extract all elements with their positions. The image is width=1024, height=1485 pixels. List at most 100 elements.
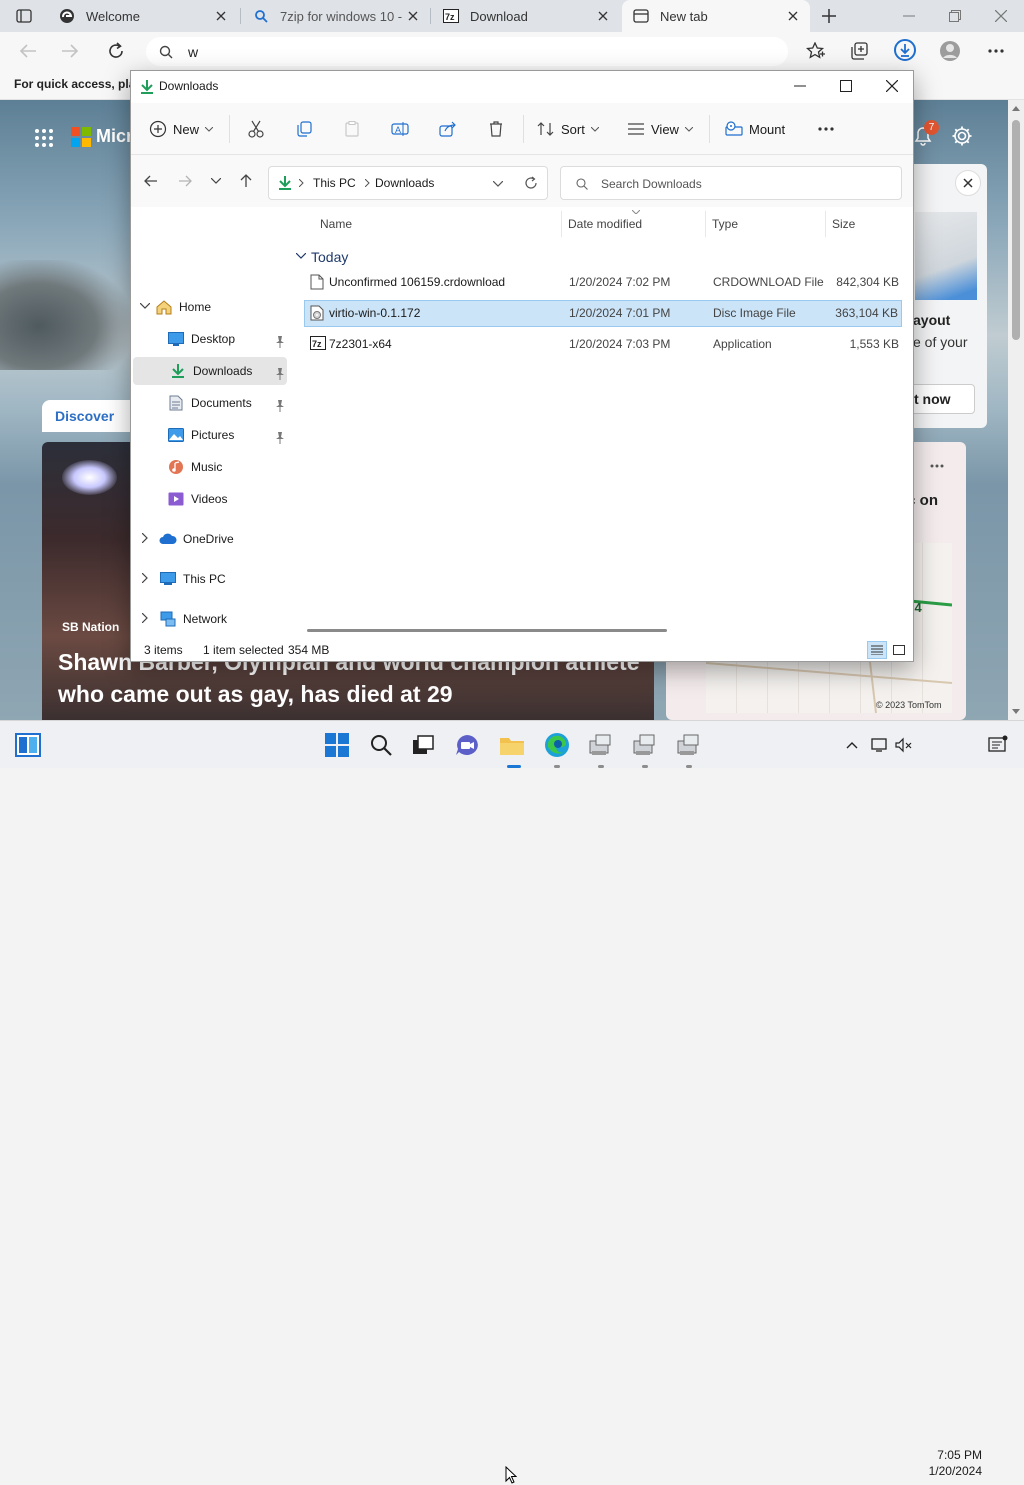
- column-header-type[interactable]: Type: [712, 217, 738, 231]
- sort-button[interactable]: Sort: [537, 115, 599, 143]
- more-options-button[interactable]: [815, 115, 837, 143]
- column-header-size[interactable]: Size: [832, 217, 855, 231]
- more-menu-icon[interactable]: [984, 39, 1008, 63]
- browser-close-button[interactable]: [978, 0, 1024, 32]
- forward-arrow-icon[interactable]: [58, 39, 82, 63]
- up-arrow-icon[interactable]: [236, 171, 256, 191]
- app-launcher-icon[interactable]: [33, 127, 55, 149]
- mount-button[interactable]: Mount: [725, 115, 785, 143]
- recent-locations-chevron-icon[interactable]: [207, 171, 225, 191]
- tab-actions-icon[interactable]: [14, 7, 34, 25]
- browser-restore-button[interactable]: [932, 0, 978, 32]
- group-header-today[interactable]: Today: [311, 249, 348, 265]
- column-header-name[interactable]: Name: [320, 217, 352, 231]
- sidebar-item-onedrive[interactable]: OneDrive: [159, 525, 283, 553]
- sidebar-item-documents[interactable]: Documents: [167, 389, 285, 417]
- favorites-star-icon[interactable]: [804, 39, 828, 63]
- copy-button[interactable]: [293, 115, 315, 143]
- pin-icon[interactable]: [271, 429, 289, 447]
- close-icon[interactable]: [955, 170, 981, 196]
- more-options-icon[interactable]: [927, 460, 947, 472]
- edge-browser-icon[interactable]: [543, 731, 571, 759]
- tab-new-tab[interactable]: New tab: [622, 0, 810, 32]
- collections-icon[interactable]: [848, 39, 872, 63]
- expand-chevron-icon[interactable]: [139, 612, 151, 624]
- profile-avatar-icon[interactable]: [938, 39, 962, 63]
- chat-icon[interactable]: [453, 731, 481, 759]
- show-hidden-icons-chevron-icon[interactable]: [838, 731, 866, 759]
- downloads-icon[interactable]: [892, 37, 918, 63]
- app-window-icon[interactable]: [675, 731, 703, 759]
- explorer-close-button[interactable]: [869, 71, 915, 101]
- sidebar-item-pictures[interactable]: Pictures: [167, 421, 285, 449]
- details-view-button[interactable]: [867, 641, 887, 659]
- refresh-icon[interactable]: [104, 39, 128, 63]
- gear-icon[interactable]: [951, 125, 973, 147]
- view-button[interactable]: View: [627, 115, 693, 143]
- refresh-icon[interactable]: [523, 175, 539, 191]
- start-windows-icon[interactable]: [323, 731, 351, 759]
- pin-icon[interactable]: [271, 365, 289, 383]
- tiles-view-button[interactable]: [889, 641, 909, 659]
- explorer-title-bar[interactable]: Downloads: [131, 71, 913, 103]
- close-icon[interactable]: [406, 9, 420, 23]
- share-button[interactable]: [437, 115, 459, 143]
- close-icon[interactable]: [214, 9, 228, 23]
- explorer-maximize-button[interactable]: [823, 71, 869, 101]
- horizontal-scrollbar[interactable]: [307, 629, 667, 632]
- sidebar-item-this-pc[interactable]: This PC: [159, 565, 283, 593]
- page-scrollbar-thumb[interactable]: [1012, 120, 1020, 340]
- system-clock[interactable]: 7:05 PM 1/20/2024: [916, 1447, 982, 1479]
- tab-7zip-search[interactable]: 7zip for windows 10 - S: [242, 0, 430, 32]
- browser-minimize-button[interactable]: [886, 0, 932, 32]
- new-tab-plus-icon[interactable]: [818, 6, 840, 26]
- forward-arrow-icon[interactable]: [175, 171, 195, 191]
- sidebar-item-network[interactable]: Network: [159, 605, 283, 633]
- address-history-chevron-icon[interactable]: [491, 177, 505, 191]
- file-row[interactable]: virtio-win-0.1.172 1/20/2024 7:01 PM Dis…: [304, 300, 902, 327]
- close-icon[interactable]: [786, 9, 800, 23]
- address-bar[interactable]: w: [146, 37, 788, 66]
- app-window-icon[interactable]: [631, 731, 659, 759]
- expand-chevron-icon[interactable]: [139, 300, 151, 312]
- explorer-address-bar[interactable]: This PC Downloads: [268, 166, 548, 200]
- pin-icon[interactable]: [271, 397, 289, 415]
- promo-button[interactable]: t now: [905, 384, 975, 414]
- notification-center-icon[interactable]: [984, 731, 1012, 759]
- app-window-icon[interactable]: [587, 731, 615, 759]
- paste-button[interactable]: [341, 115, 363, 143]
- tab-download[interactable]: 7z Download: [432, 0, 620, 32]
- sidebar-item-downloads[interactable]: Downloads: [133, 357, 287, 385]
- breadcrumb-downloads[interactable]: Downloads: [375, 176, 434, 190]
- delete-button[interactable]: [485, 115, 507, 143]
- widgets-icon[interactable]: [14, 731, 42, 759]
- breadcrumb-this-pc[interactable]: This PC: [313, 176, 356, 190]
- close-icon[interactable]: [596, 9, 610, 23]
- search-icon[interactable]: [367, 731, 395, 759]
- sidebar-item-music[interactable]: Music: [167, 453, 285, 481]
- file-explorer-icon[interactable]: [498, 731, 526, 759]
- scroll-down-arrow-icon[interactable]: [1010, 706, 1022, 716]
- task-view-icon[interactable]: [409, 731, 437, 759]
- volume-muted-icon[interactable]: [890, 731, 918, 759]
- sidebar-item-videos[interactable]: Videos: [167, 485, 285, 513]
- explorer-search-box[interactable]: Search Downloads: [560, 166, 902, 200]
- file-row[interactable]: 7z 7z2301-x64 1/20/2024 7:03 PM Applicat…: [304, 331, 902, 358]
- rename-button[interactable]: A: [389, 115, 411, 143]
- scroll-up-arrow-icon[interactable]: [1010, 103, 1022, 113]
- column-divider[interactable]: [705, 211, 706, 237]
- explorer-minimize-button[interactable]: [777, 71, 823, 101]
- expand-chevron-icon[interactable]: [139, 532, 151, 544]
- pin-icon[interactable]: [271, 333, 289, 351]
- discover-tab[interactable]: Discover: [42, 400, 130, 432]
- column-divider[interactable]: [825, 211, 826, 237]
- cut-button[interactable]: [245, 115, 267, 143]
- address-text[interactable]: w: [188, 44, 198, 60]
- sidebar-item-home[interactable]: Home: [155, 293, 283, 321]
- expand-chevron-icon[interactable]: [139, 572, 151, 584]
- back-arrow-icon[interactable]: [16, 39, 40, 63]
- back-arrow-icon[interactable]: [141, 171, 161, 191]
- file-row[interactable]: Unconfirmed 106159.crdownload 1/20/2024 …: [304, 269, 902, 296]
- column-header-date[interactable]: Date modified: [568, 217, 642, 231]
- group-collapse-chevron-icon[interactable]: [294, 249, 308, 263]
